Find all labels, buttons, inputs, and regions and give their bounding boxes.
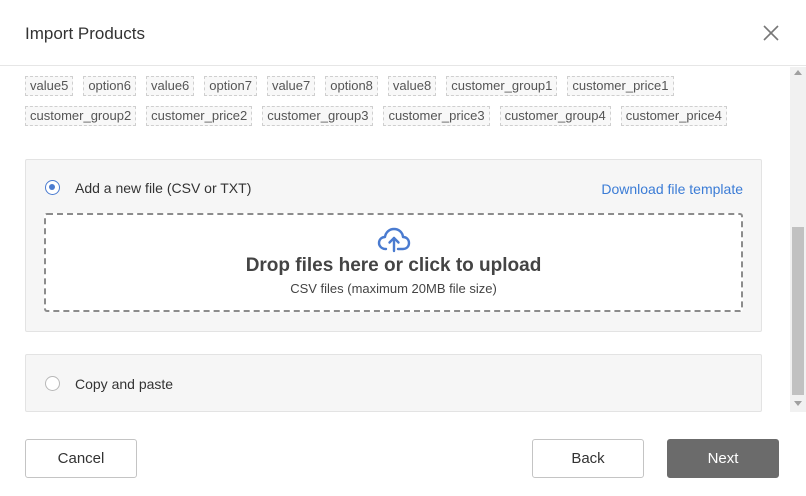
column-chip: value5 (25, 76, 74, 96)
column-list-row-1: value5 option6 value6 option7 value7 opt… (25, 76, 674, 96)
copy-paste-radio[interactable] (45, 376, 60, 391)
upload-file-radio[interactable] (45, 180, 60, 195)
column-chip: value6 (145, 76, 195, 96)
column-list-row-2: customer_group2 customer_price2 customer… (25, 106, 727, 126)
column-chip: customer_group2 (25, 106, 137, 126)
column-chip: value8 (387, 76, 437, 96)
scrollbar[interactable] (790, 67, 806, 412)
back-button[interactable]: Back (532, 439, 644, 478)
close-icon[interactable] (760, 22, 782, 44)
column-chip: customer_group1 (446, 76, 558, 96)
scroll-up-arrow-icon[interactable] (794, 70, 802, 75)
download-template-link[interactable]: Download file template (601, 181, 743, 197)
dialog-body: value5 option6 value6 option7 value7 opt… (0, 67, 790, 412)
next-button[interactable]: Next (667, 439, 779, 478)
copy-paste-panel[interactable]: Copy and paste (25, 354, 762, 412)
copy-paste-label[interactable]: Copy and paste (75, 376, 173, 392)
column-chip: option6 (83, 76, 136, 96)
column-chip: value7 (266, 76, 316, 96)
column-chip: customer_price4 (620, 106, 727, 126)
column-chip: customer_price1 (567, 76, 674, 96)
scroll-down-arrow-icon[interactable] (794, 401, 802, 406)
column-chip: option8 (325, 76, 378, 96)
cancel-button[interactable]: Cancel (25, 439, 137, 478)
column-chip: customer_group3 (262, 106, 374, 126)
column-chip: option7 (204, 76, 257, 96)
dropzone-title: Drop files here or click to upload (245, 255, 542, 276)
upload-file-panel: Add a new file (CSV or TXT) Download fil… (25, 159, 762, 332)
dialog-header: Import Products (0, 0, 806, 66)
column-chip: customer_price2 (146, 106, 253, 126)
dialog-title: Import Products (25, 24, 145, 43)
cloud-upload-icon (377, 227, 411, 253)
column-chip: customer_group4 (499, 106, 611, 126)
scroll-thumb[interactable] (792, 227, 804, 395)
upload-file-label[interactable]: Add a new file (CSV or TXT) (75, 180, 251, 196)
dropzone-subtitle: CSV files (maximum 20MB file size) (290, 281, 497, 296)
column-chip: customer_price3 (383, 106, 490, 126)
file-dropzone[interactable]: Drop files here or click to upload CSV f… (44, 213, 743, 312)
